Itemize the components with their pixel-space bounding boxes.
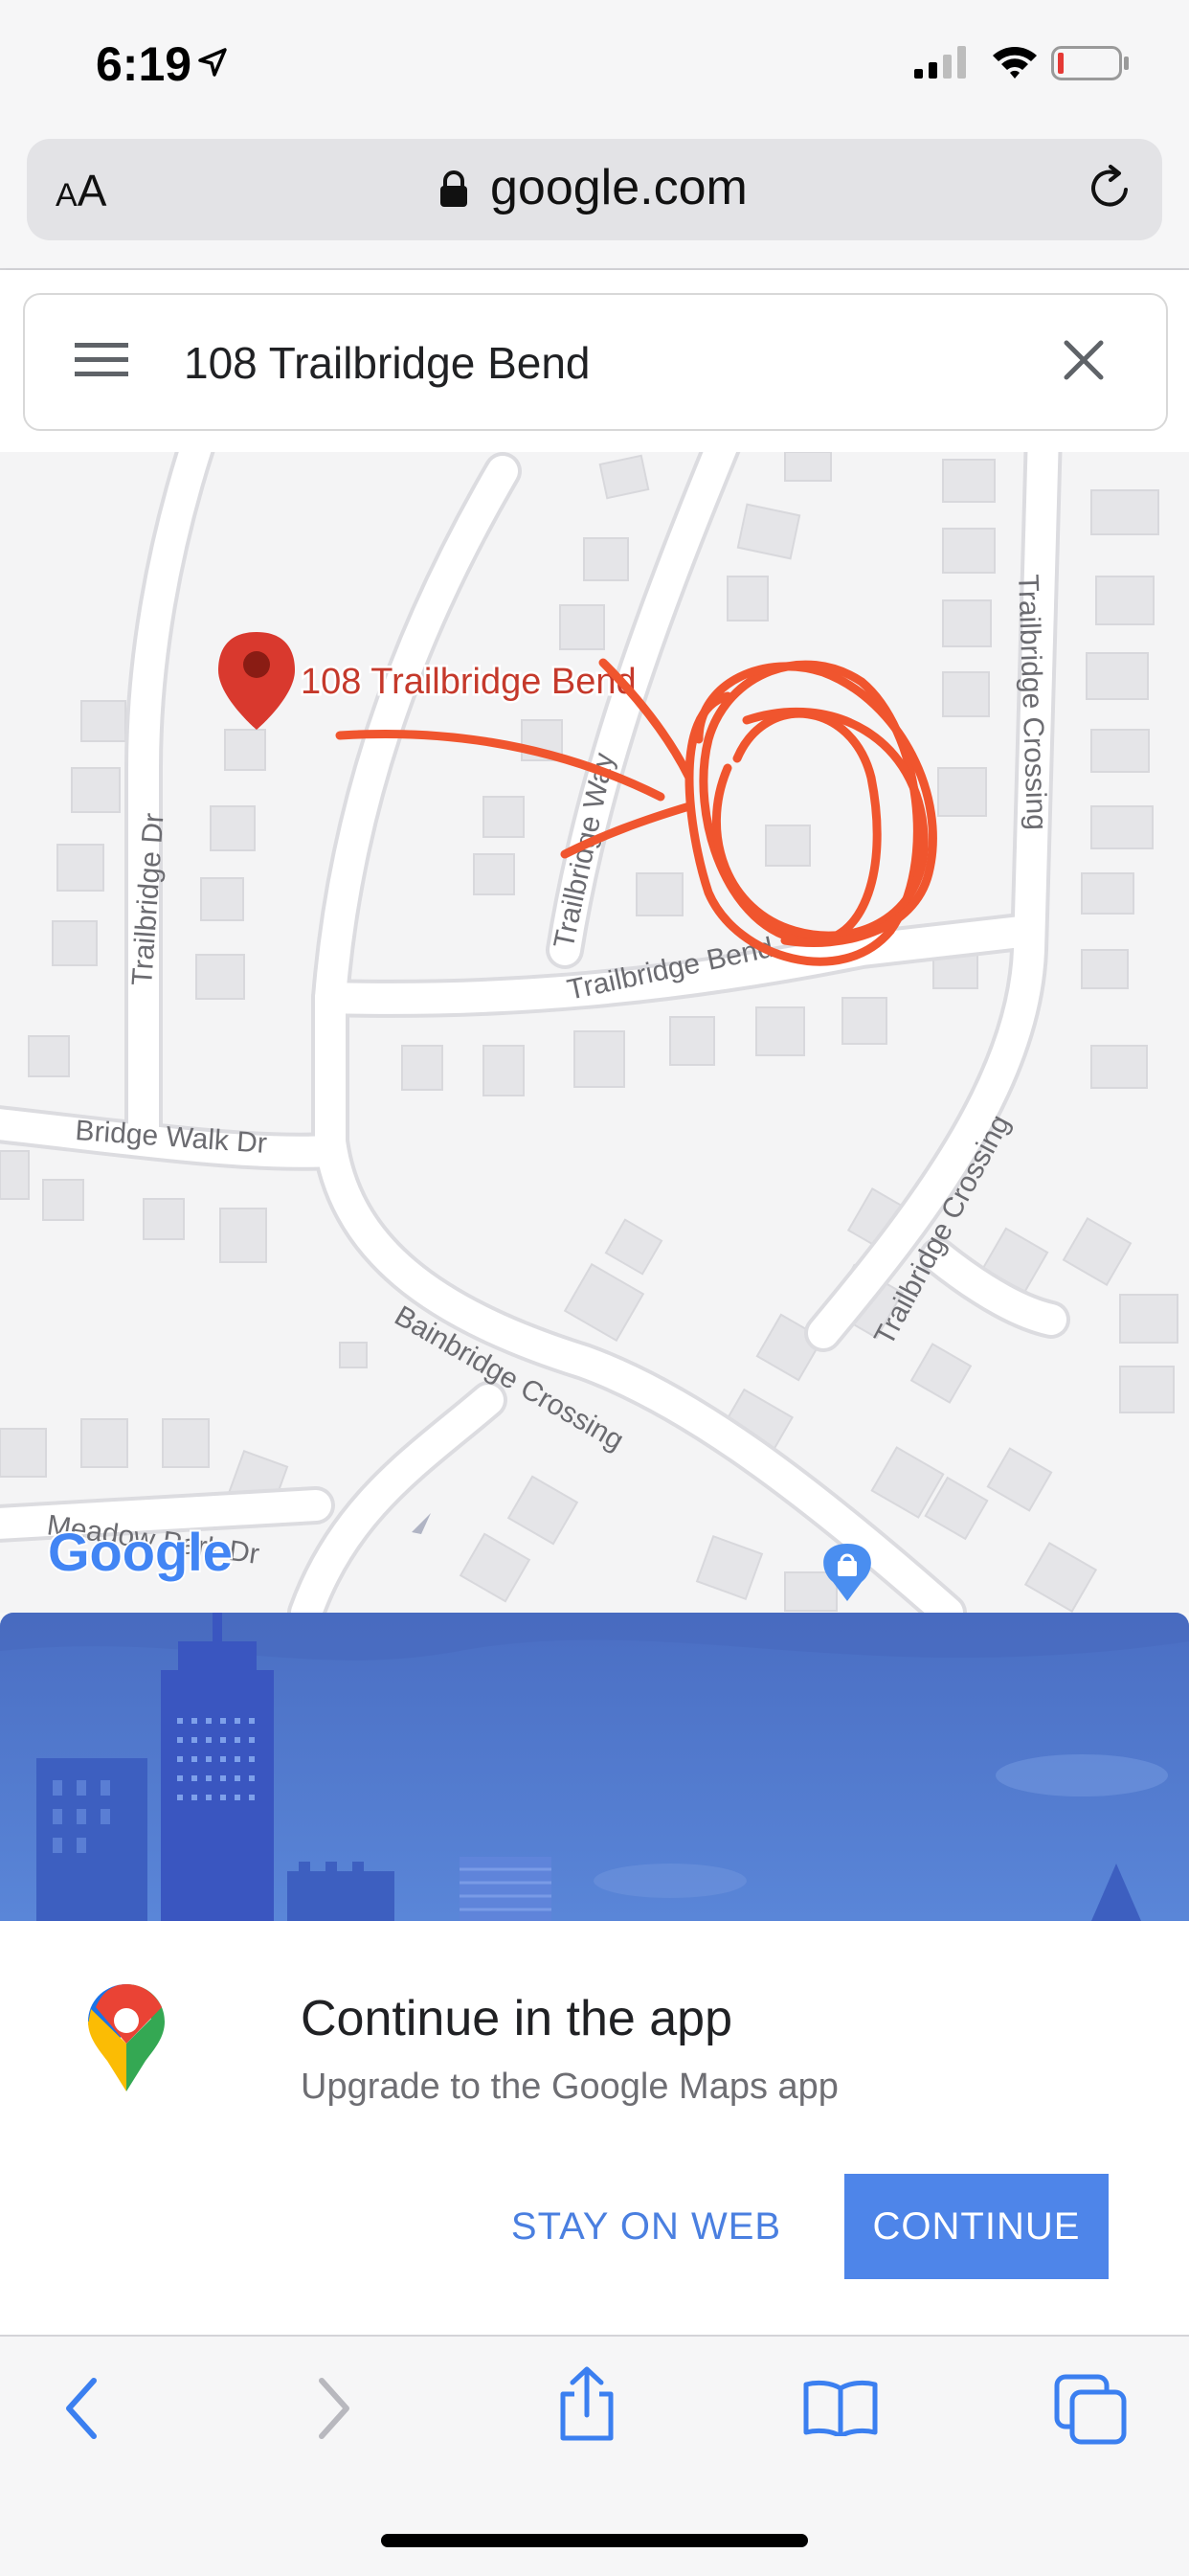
app-promo-illustration — [0, 1613, 1189, 1921]
map-view[interactable]: Trailbridge Dr Trailbridge Way Trailbrid… — [0, 452, 1189, 1613]
home-indicator[interactable] — [381, 2534, 808, 2547]
street-label-trailbridge-way: Trailbridge Way — [549, 750, 620, 951]
cell-signal-icon — [914, 46, 968, 83]
battery-low-icon — [1051, 46, 1130, 85]
close-icon[interactable] — [1063, 339, 1105, 386]
text-size-button[interactable]: AA — [56, 165, 106, 216]
text-size-small-label: A — [56, 177, 78, 214]
status-time: 6:19 — [96, 37, 192, 91]
stay-on-web-button[interactable]: STAY ON WEB — [498, 2174, 795, 2279]
map-roads — [0, 452, 1066, 1613]
map-oneway-arrow — [412, 1513, 431, 1534]
share-icon[interactable] — [553, 2365, 620, 2447]
back-icon[interactable] — [59, 2375, 107, 2447]
lock-icon — [438, 170, 469, 214]
hamburger-menu-icon[interactable] — [75, 341, 130, 384]
wifi-icon — [991, 42, 1039, 85]
bookmarks-icon[interactable] — [802, 2379, 879, 2441]
google-map-logo: Google — [48, 1522, 233, 1582]
sheet-title: Continue in the app — [301, 1991, 733, 2046]
forward-icon[interactable] — [308, 2375, 356, 2447]
text-size-large-label: A — [77, 166, 107, 215]
location-pin-icon — [218, 632, 295, 730]
search-input[interactable]: 108 Trailbridge Bend — [184, 337, 591, 389]
reload-icon[interactable] — [1084, 161, 1137, 219]
sheet-subtitle: Upgrade to the Google Maps app — [301, 2067, 839, 2107]
pin-label: 108 Trailbridge Bend — [301, 662, 637, 702]
tabs-icon[interactable] — [1053, 2373, 1130, 2451]
continue-button[interactable]: CONTINUE — [844, 2174, 1109, 2279]
location-arrow-icon — [196, 46, 229, 83]
address-domain[interactable]: google.com — [490, 159, 748, 216]
google-maps-logo-icon — [88, 1984, 165, 2096]
